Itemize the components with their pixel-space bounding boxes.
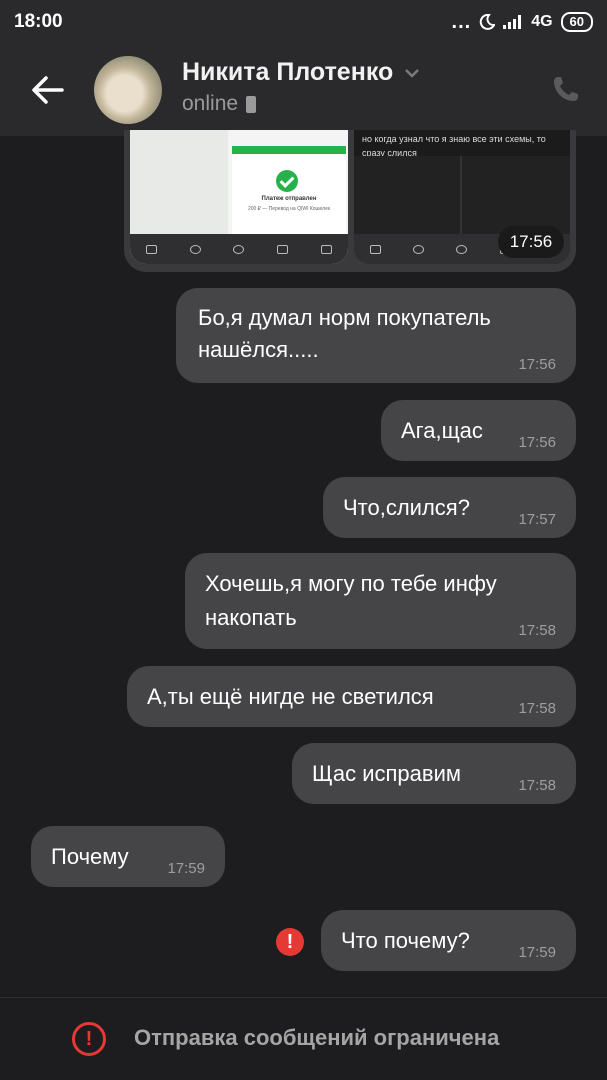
message-text: Ага,щас xyxy=(401,418,483,443)
payment-subtitle: 200 ₽ — Перевод на QIWI Кошелек xyxy=(247,206,331,212)
payment-title: Платеж отправлен xyxy=(261,196,317,202)
message-time: 17:58 xyxy=(518,622,556,639)
warning-icon: ! xyxy=(72,1022,106,1056)
thumb-grid-cell xyxy=(462,156,570,234)
avatar[interactable] xyxy=(94,56,162,124)
status-bar: 18:00 ... 4G 60 xyxy=(0,0,607,44)
message-text: Почему xyxy=(51,844,129,869)
message-bubble-outgoing[interactable]: Бо,я думал норм покупатель нашёлся..... … xyxy=(176,288,576,383)
network-type: 4G xyxy=(531,13,553,30)
thumb-pane xyxy=(130,130,228,234)
restriction-text: Отправка сообщений ограничена xyxy=(134,1025,500,1050)
mobile-device-icon xyxy=(246,95,257,113)
message-time: 17:59 xyxy=(518,944,556,961)
thumb-header-bar xyxy=(232,146,346,154)
battery-indicator: 60 xyxy=(560,12,593,32)
message-bubble-outgoing[interactable]: Ага,щас 17:56 xyxy=(381,400,576,461)
message-text: Что почему? xyxy=(341,928,470,953)
contact-name[interactable]: Никита Плотенко xyxy=(182,58,421,87)
status-icons: ... 4G 60 xyxy=(452,12,593,32)
message-bubble-incoming[interactable]: Почему 17:59 xyxy=(31,826,225,887)
moon-icon xyxy=(479,14,496,30)
message-time: 17:57 xyxy=(518,511,556,528)
messaging-restricted-banner: ! Отправка сообщений ограничена xyxy=(0,1000,607,1080)
chat-header: Никита Плотенко online xyxy=(0,44,607,136)
message-bubble-outgoing[interactable]: Хочешь,я могу по тебе инфу накопать 17:5… xyxy=(185,553,576,649)
message-text: Что,слился? xyxy=(343,495,470,520)
thumb-nav-bar xyxy=(130,234,348,264)
nav-home-icon xyxy=(370,244,382,254)
status-time: 18:00 xyxy=(14,11,63,32)
attachment-image-payment[interactable]: Платеж отправлен 200 ₽ — Перевод на QIWI… xyxy=(130,130,348,264)
nav-search-icon xyxy=(189,244,201,254)
nav-chat-icon xyxy=(456,244,468,254)
nav-home-icon xyxy=(146,244,158,254)
message-bubble-outgoing[interactable]: Щас исправим 17:58 xyxy=(292,743,576,804)
contact-name-text: Никита Плотенко xyxy=(182,58,394,86)
message-time: 17:59 xyxy=(167,860,205,877)
message-time: 17:56 xyxy=(518,434,556,451)
message-time: 17:58 xyxy=(518,777,556,794)
message-text: А,ты ещё нигде не светился xyxy=(147,684,434,709)
checkmark-icon xyxy=(276,170,298,192)
message-text: Хочешь,я могу по тебе инфу xyxy=(205,571,497,596)
message-time: 17:56 xyxy=(518,356,556,373)
message-bubble-outgoing[interactable]: Что,слился? 17:57 xyxy=(323,477,576,538)
attachment-time: 17:56 xyxy=(498,226,564,258)
nav-search-icon xyxy=(413,244,425,254)
signal-icon xyxy=(503,15,522,29)
message-text: Бо,я думал норм покупатель xyxy=(198,305,491,330)
thumb-grid-cell xyxy=(354,156,462,234)
divider xyxy=(0,997,607,998)
message-time: 17:58 xyxy=(518,700,556,717)
status-text: online xyxy=(182,92,239,115)
nav-menu-icon xyxy=(320,244,332,254)
contact-status: online xyxy=(182,92,257,116)
message-bubble-outgoing[interactable]: Что почему? 17:59 xyxy=(321,910,576,971)
message-text: Щас исправим xyxy=(312,761,461,786)
message-text: накопать xyxy=(205,605,297,630)
chevron-down-icon[interactable] xyxy=(403,67,421,79)
message-bubble-outgoing[interactable]: А,ты ещё нигде не светился 17:58 xyxy=(127,666,576,727)
send-error-icon[interactable]: ! xyxy=(276,928,304,956)
back-arrow-icon[interactable] xyxy=(28,72,68,108)
message-text: нашёлся..... xyxy=(198,337,319,362)
nav-chat-icon xyxy=(233,244,245,254)
nav-bell-icon xyxy=(277,244,289,254)
notification-dots: ... xyxy=(451,11,472,33)
phone-call-icon[interactable] xyxy=(551,74,581,104)
